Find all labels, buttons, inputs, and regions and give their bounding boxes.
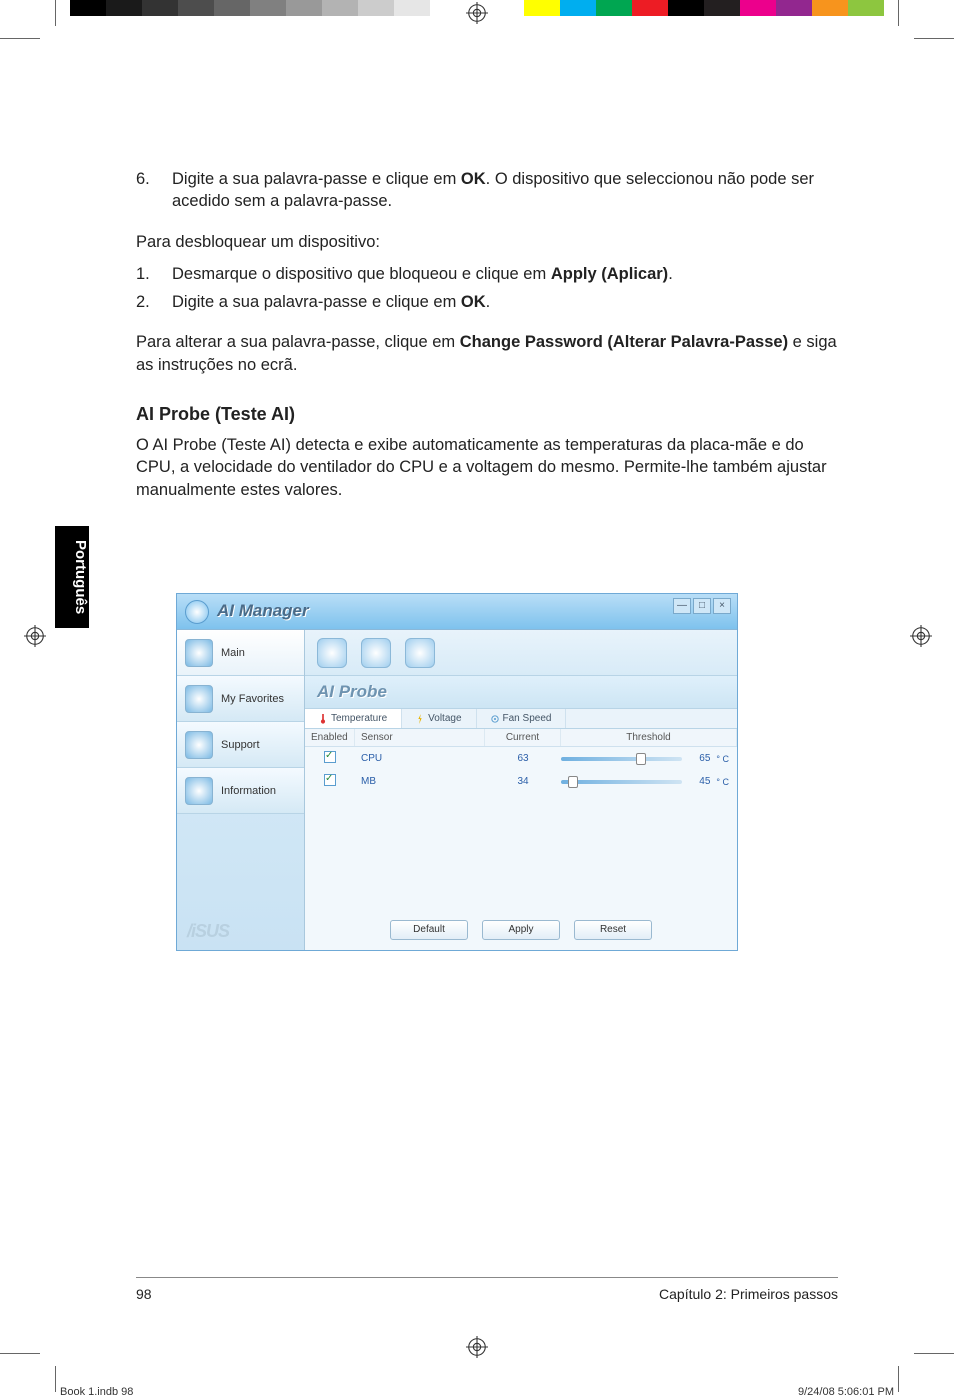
paragraph: O AI Probe (Teste AI) detecta e exibe au…	[136, 434, 838, 501]
footer-rule	[136, 1277, 838, 1278]
col-threshold: Threshold	[561, 729, 737, 746]
favorites-icon	[185, 685, 213, 713]
language-tab: Português	[55, 526, 89, 628]
sidebar-item-label: Support	[221, 739, 260, 751]
list-number: 1.	[136, 263, 172, 285]
registration-mark-icon	[910, 625, 932, 647]
window-title: AI Manager	[217, 601, 309, 621]
main-panel: AI Probe Temperature Voltage Fan Speed E…	[305, 630, 737, 950]
enabled-checkbox[interactable]	[324, 751, 336, 763]
panel-title: AI Probe	[305, 676, 737, 709]
asus-logo: /iSUS	[187, 921, 229, 942]
crop-mark	[55, 1366, 56, 1392]
bolt-icon	[416, 714, 424, 724]
threshold-value: 45	[688, 776, 710, 787]
page: 6. Digite a sua palavra-passe e clique e…	[56, 38, 898, 1354]
information-icon	[185, 777, 213, 805]
tab-voltage[interactable]: Voltage	[402, 709, 476, 728]
button-row: Default Apply Reset	[305, 920, 737, 940]
slug-timestamp: 9/24/08 5:06:01 PM	[798, 1386, 894, 1398]
unit-label: ° C	[716, 754, 729, 764]
crop-mark	[914, 38, 954, 39]
page-number: 98	[136, 1286, 152, 1302]
subtabs: Temperature Voltage Fan Speed	[305, 709, 737, 729]
list-number: 6.	[136, 168, 172, 213]
crop-mark	[0, 38, 40, 39]
registration-mark-icon	[466, 2, 488, 24]
tab-temperature[interactable]: Temperature	[305, 709, 402, 728]
threshold-slider[interactable]	[561, 757, 682, 761]
crop-mark	[55, 0, 56, 26]
sidebar-item-label: My Favorites	[221, 693, 284, 705]
current-value: 63	[485, 753, 561, 764]
reset-button[interactable]: Reset	[574, 920, 652, 940]
list-body: Desmarque o dispositivo que bloqueou e c…	[172, 263, 838, 285]
toolbar-icon[interactable]	[405, 638, 435, 668]
window-maximize-button[interactable]: □	[693, 598, 711, 614]
main-icon	[185, 639, 213, 667]
sidebar-item-favorites[interactable]: My Favorites	[177, 676, 304, 722]
support-icon	[185, 731, 213, 759]
thermometer-icon	[319, 714, 327, 724]
body-text: 6. Digite a sua palavra-passe e clique e…	[136, 168, 838, 501]
list-number: 2.	[136, 291, 172, 313]
sidebar-item-main[interactable]: Main	[177, 630, 304, 676]
slug-file: Book 1.indb 98	[60, 1386, 133, 1398]
col-sensor: Sensor	[355, 729, 485, 746]
sidebar-item-support[interactable]: Support	[177, 722, 304, 768]
enabled-checkbox[interactable]	[324, 774, 336, 786]
threshold-slider[interactable]	[561, 780, 682, 784]
sensor-name: MB	[355, 776, 485, 787]
sidebar-item-label: Main	[221, 647, 245, 659]
col-current: Current	[485, 729, 561, 746]
window-minimize-button[interactable]: —	[673, 598, 691, 614]
threshold-value: 65	[688, 753, 710, 764]
sidebar-item-information[interactable]: Information	[177, 768, 304, 814]
ai-manager-window: AI Manager — □ × Main My Favorites Suppo…	[176, 593, 738, 951]
unit-label: ° C	[716, 777, 729, 787]
crop-mark	[0, 1353, 40, 1354]
toolbar	[305, 630, 737, 676]
window-titlebar: AI Manager — □ ×	[177, 594, 737, 630]
apply-button[interactable]: Apply	[482, 920, 560, 940]
paragraph: Para alterar a sua palavra-passe, clique…	[136, 331, 838, 376]
tab-label: Voltage	[428, 713, 461, 724]
list-body: Digite a sua palavra-passe e clique em O…	[172, 168, 838, 213]
sidebar: Main My Favorites Support Information /i…	[177, 630, 305, 950]
list-body: Digite a sua palavra-passe e clique em O…	[172, 291, 838, 313]
fan-icon	[491, 714, 499, 724]
tab-fan-speed[interactable]: Fan Speed	[477, 709, 567, 728]
registration-mark-icon	[24, 625, 46, 647]
toolbar-icon[interactable]	[317, 638, 347, 668]
paragraph: Para desbloquear um dispositivo:	[136, 231, 838, 253]
window-close-button[interactable]: ×	[713, 598, 731, 614]
grid-header: Enabled Sensor Current Threshold	[305, 729, 737, 747]
app-logo-icon	[185, 600, 209, 624]
crop-mark	[898, 1366, 899, 1392]
sensor-row: MB34 45 ° C	[305, 770, 737, 793]
col-enabled: Enabled	[305, 729, 355, 746]
sidebar-item-label: Information	[221, 785, 276, 797]
sensor-name: CPU	[355, 753, 485, 764]
current-value: 34	[485, 776, 561, 787]
registration-mark-icon	[466, 1336, 488, 1358]
crop-mark	[914, 1353, 954, 1354]
crop-mark	[898, 0, 899, 26]
toolbar-icon[interactable]	[361, 638, 391, 668]
tab-label: Fan Speed	[503, 713, 552, 724]
default-button[interactable]: Default	[390, 920, 468, 940]
chapter-label: Capítulo 2: Primeiros passos	[659, 1286, 838, 1302]
sensor-row: CPU63 65 ° C	[305, 747, 737, 770]
section-heading: AI Probe (Teste AI)	[136, 402, 838, 426]
tab-label: Temperature	[331, 713, 387, 724]
